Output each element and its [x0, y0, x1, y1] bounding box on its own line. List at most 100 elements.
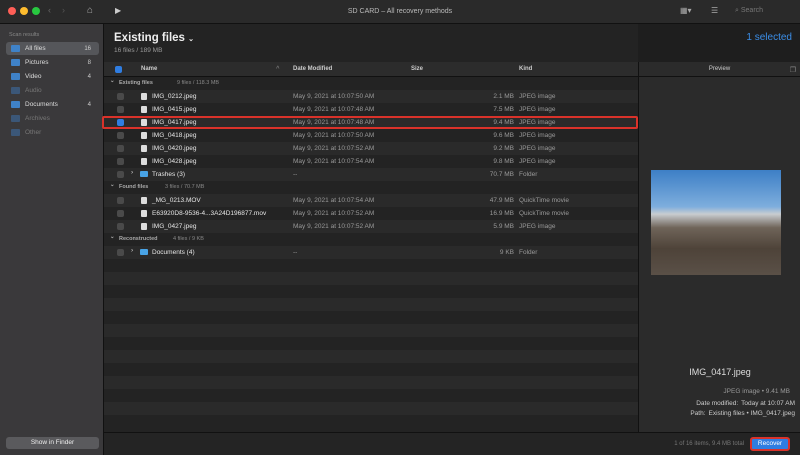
- row-checkbox[interactable]: [117, 210, 124, 217]
- file-name: IMG_0415.jpeg: [152, 106, 197, 113]
- sidebar-item-label: All files: [25, 45, 46, 52]
- filter-icon[interactable]: ☰: [711, 6, 718, 15]
- row-checkbox[interactable]: [117, 249, 124, 256]
- table-row[interactable]: IMG_0428.jpeg May 9, 2021 at 10:07:54 AM 9…: [104, 155, 638, 168]
- file-icon: [141, 93, 147, 100]
- file-icon: [141, 210, 147, 217]
- sidebar-item-audio[interactable]: Audio: [6, 84, 99, 97]
- file-kind: QuickTime movie: [519, 197, 569, 204]
- page-title[interactable]: Existing files ⌄: [114, 32, 194, 44]
- empty-row: [104, 324, 638, 337]
- sort-icon: ^: [276, 66, 280, 72]
- column-name[interactable]: Name: [141, 66, 157, 72]
- column-kind[interactable]: Kind: [519, 66, 532, 72]
- row-checkbox[interactable]: [117, 132, 124, 139]
- file-date: --: [293, 171, 298, 178]
- table-row[interactable]: › Documents (4) -- 9 KB Folder: [104, 246, 638, 259]
- file-kind: JPEG image: [519, 132, 556, 139]
- sidebar-item-label: Video: [25, 73, 42, 80]
- file-name: IMG_0418.jpeg: [152, 132, 197, 139]
- row-checkbox[interactable]: [117, 223, 124, 230]
- chevron-right-icon[interactable]: ›: [131, 169, 133, 176]
- row-checkbox[interactable]: [117, 93, 124, 100]
- column-date[interactable]: Date Modified: [293, 66, 332, 72]
- group-header[interactable]: ⌄ Existing files 9 files / 118.3 MB: [104, 77, 638, 90]
- chevron-down-icon[interactable]: ⌄: [110, 234, 115, 240]
- view-options-icon[interactable]: ▦▾: [680, 6, 692, 15]
- sidebar-item-count: 4: [87, 101, 91, 108]
- group-header[interactable]: ⌄ Found files 3 files / 70.7 MB: [104, 181, 638, 194]
- table-row[interactable]: _MG_0213.MOV May 9, 2021 at 10:07:54 AM 47…: [104, 194, 638, 207]
- row-checkbox[interactable]: [117, 171, 124, 178]
- sidebar: Scan results All files 16 Pictures 8 Video 4 A…: [0, 24, 104, 455]
- copy-icon[interactable]: ❐: [790, 66, 796, 74]
- table-row[interactable]: IMG_0415.jpeg May 9, 2021 at 10:07:48 AM 7…: [104, 103, 638, 116]
- other-icon: [11, 129, 20, 136]
- empty-row: [104, 350, 638, 363]
- empty-row: [104, 285, 638, 298]
- group-info: 3 files / 70.7 MB: [165, 184, 205, 190]
- group-info: 4 files / 9 KB: [173, 236, 204, 242]
- group-header[interactable]: ⌄ Reconstructed 4 files / 9 KB: [104, 233, 638, 246]
- file-icon: [141, 158, 147, 165]
- chevron-down-icon[interactable]: ⌄: [110, 182, 115, 188]
- select-all-checkbox[interactable]: [115, 66, 122, 73]
- folder-icon: [140, 171, 148, 177]
- sidebar-item-all files[interactable]: All files 16: [6, 42, 99, 55]
- title-bar: ‹ › ⌂ ▶ SD CARD – All recovery methods ▦…: [0, 0, 800, 24]
- sidebar-item-documents[interactable]: Documents 4: [6, 98, 99, 111]
- table-row[interactable]: IMG_0427.jpeg May 9, 2021 at 10:07:52 AM 5…: [104, 220, 638, 233]
- sidebar-item-label: Documents: [25, 101, 58, 108]
- recover-button[interactable]: Recover: [750, 437, 790, 451]
- table-row[interactable]: IMG_0417.jpeg May 9, 2021 at 10:07:48 AM 9…: [102, 116, 638, 129]
- file-size: 9.2 MB: [493, 145, 514, 152]
- table-row[interactable]: IMG_0420.jpeg May 9, 2021 at 10:07:52 AM 9…: [104, 142, 638, 155]
- file-size: 2.1 MB: [493, 93, 514, 100]
- date-label: Date modified:: [696, 400, 739, 407]
- table-row[interactable]: › Trashes (3) -- 70.7 MB Folder: [104, 168, 638, 181]
- row-checkbox[interactable]: [117, 158, 124, 165]
- empty-row: [104, 402, 638, 415]
- file-icon: [141, 197, 147, 204]
- file-list: ⌄ Existing files 9 files / 118.3 MB IMG_021…: [102, 77, 638, 428]
- group-title: Existing files: [119, 80, 153, 86]
- path-label: Path:: [690, 410, 706, 417]
- row-checkbox[interactable]: [117, 145, 124, 152]
- file-kind: Folder: [519, 171, 538, 178]
- sidebar-item-label: Pictures: [25, 59, 49, 66]
- page-title-text: Existing files: [114, 32, 185, 44]
- file-kind: JPEG image: [519, 106, 556, 113]
- file-name: Trashes (3): [152, 171, 185, 178]
- empty-row: [104, 337, 638, 350]
- chevron-right-icon[interactable]: ›: [131, 247, 133, 254]
- column-header: Name ^ Date Modified Size Kind: [104, 62, 638, 77]
- date-row: Date modified: Today at 10:07 AM: [696, 400, 795, 407]
- show-in-finder-button[interactable]: Show in Finder: [6, 437, 99, 449]
- sidebar-item-video[interactable]: Video 4: [6, 70, 99, 83]
- preview-header: Preview: [639, 62, 800, 77]
- status-text: 1 of 16 items, 9.4 MB total: [674, 441, 744, 447]
- sidebar-item-other[interactable]: Other: [6, 126, 99, 139]
- row-checkbox[interactable]: [117, 106, 124, 113]
- file-kind: JPEG image: [519, 145, 556, 152]
- empty-row: [104, 298, 638, 311]
- preview-type-size: JPEG image • 9.41 MB: [723, 388, 790, 395]
- empty-row: [104, 415, 638, 428]
- archives-icon: [11, 115, 20, 122]
- file-size: 9.6 MB: [493, 132, 514, 139]
- search-field[interactable]: ⌕ Search: [735, 7, 763, 15]
- table-row[interactable]: E63920D8-9536-4...3A24D196877.mov May 9, …: [104, 207, 638, 220]
- table-row[interactable]: IMG_0212.jpeg May 9, 2021 at 10:07:50 AM 2…: [104, 90, 638, 103]
- row-checkbox[interactable]: [117, 197, 124, 204]
- sidebar-item-pictures[interactable]: Pictures 8: [6, 56, 99, 69]
- chevron-down-icon[interactable]: ⌄: [110, 78, 115, 84]
- sidebar-item-label: Archives: [25, 115, 50, 122]
- file-size: 9.8 MB: [493, 158, 514, 165]
- selected-count: 1 selected: [746, 32, 792, 43]
- preview-image: [651, 170, 781, 275]
- table-row[interactable]: IMG_0418.jpeg May 9, 2021 at 10:07:50 AM 9…: [104, 129, 638, 142]
- file-size: 47.9 MB: [489, 197, 514, 204]
- sidebar-item-archives[interactable]: Archives: [6, 112, 99, 125]
- file-date: May 9, 2021 at 10:07:52 AM: [293, 145, 375, 152]
- column-size[interactable]: Size: [411, 66, 423, 72]
